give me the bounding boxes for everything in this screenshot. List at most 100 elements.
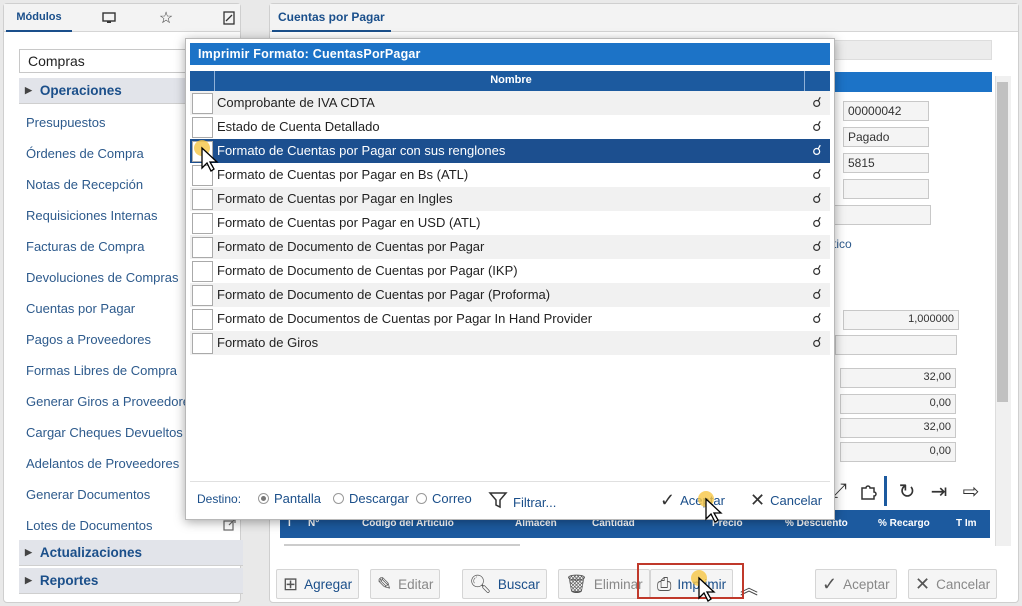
format-name: Formato de Cuentas por Pagar en USD (ATL… <box>217 215 481 230</box>
text-field[interactable] <box>843 179 929 199</box>
tab-cuentas-por-pagar[interactable]: Cuentas por Pagar <box>272 4 391 32</box>
list-header: Nombre <box>190 71 830 91</box>
row-checkbox[interactable] <box>192 237 213 258</box>
link-fragment[interactable]: tico <box>833 237 852 251</box>
text-field[interactable] <box>830 205 931 225</box>
header-separator <box>214 71 215 91</box>
desktop-icon[interactable] <box>89 4 129 32</box>
format-name: Formato de Documento de Cuentas por Paga… <box>217 239 485 254</box>
list-item[interactable]: Formato de Cuentas por Pagar en USD (ATL… <box>190 211 830 235</box>
aceptar-button[interactable]: ✓ Aceptar <box>815 569 897 599</box>
preview-icon[interactable]: ☌ <box>806 190 828 208</box>
list-item[interactable]: Formato de Giros ☌ <box>190 331 830 355</box>
export-icon[interactable]: ⇨ <box>958 478 984 504</box>
mouse-cursor-icon <box>691 570 716 602</box>
list-item-selected[interactable]: Formato de Cuentas por Pagar con sus ren… <box>190 139 830 163</box>
preview-icon[interactable]: ☌ <box>806 262 828 280</box>
buscar-button[interactable]: 🔍︎ Buscar <box>462 569 547 599</box>
preview-icon[interactable]: ☌ <box>806 334 828 352</box>
dialog-cancelar-button[interactable]: ✕ Cancelar <box>750 490 822 511</box>
trash-icon: 🗑︎ <box>565 573 588 594</box>
codigo-field[interactable]: 5815 <box>843 153 929 173</box>
mouse-cursor-icon <box>698 491 723 523</box>
toolbar-divider <box>884 476 887 506</box>
row-checkbox[interactable] <box>192 213 213 234</box>
row-checkbox[interactable] <box>192 285 213 306</box>
puzzle-icon[interactable] <box>856 478 882 504</box>
grid-scrollbar[interactable] <box>284 544 520 546</box>
row-checkbox[interactable] <box>192 93 213 114</box>
grid-col-recargo: % Recargo <box>878 518 930 529</box>
list-item[interactable]: Formato de Documento de Cuentas por Paga… <box>190 235 830 259</box>
preview-icon[interactable]: ☌ <box>806 286 828 304</box>
agregar-label: Agregar <box>304 576 353 592</box>
preview-icon[interactable]: ☌ <box>806 238 828 256</box>
amount-field: 32,00 <box>840 368 956 388</box>
numero-field[interactable]: 00000042 <box>843 101 929 121</box>
format-name: Formato de Cuentas por Pagar en Ingles <box>217 191 453 206</box>
dialog-footer: Destino: Pantalla Descargar Correo Filtr… <box>190 481 830 515</box>
destino-descargar-radio[interactable]: Descargar <box>333 491 409 506</box>
preview-icon[interactable]: ☌ <box>806 310 828 328</box>
destino-pantalla-radio[interactable]: Pantalla <box>258 491 321 506</box>
list-item[interactable]: Formato de Documento de Cuentas por Paga… <box>190 283 830 307</box>
filter-icon <box>488 490 508 515</box>
section-operaciones-label: Operaciones <box>39 83 122 98</box>
tab-modulos[interactable]: Módulos <box>6 4 72 32</box>
list-item[interactable]: Comprobante de IVA CDTA ☌ <box>190 91 830 115</box>
edit-icon: ✎ <box>377 573 393 594</box>
preview-icon[interactable]: ☌ <box>806 94 828 112</box>
external-link-icon[interactable] <box>223 518 237 532</box>
section-reportes[interactable]: ▶ Reportes <box>19 568 243 594</box>
aceptar-label: Aceptar <box>843 576 890 592</box>
list-item[interactable]: Formato de Cuentas por Pagar en Ingles ☌ <box>190 187 830 211</box>
list-item[interactable]: Formato de Documento de Cuentas por Paga… <box>190 259 830 283</box>
radio-label: Pantalla <box>274 491 321 506</box>
expand-triangle-icon: ▶ <box>25 85 32 95</box>
amount-field: 0,00 <box>840 442 956 462</box>
preview-icon[interactable]: ☌ <box>806 214 828 232</box>
format-name: Comprobante de IVA CDTA <box>217 95 375 110</box>
cancelar-label: Cancelar <box>770 493 823 508</box>
list-item[interactable]: Estado de Cuenta Detallado ☌ <box>190 115 830 139</box>
cancelar-button[interactable]: ✕ Cancelar <box>908 569 998 599</box>
column-nombre[interactable]: Nombre <box>216 74 806 86</box>
import-icon[interactable]: ⇥ <box>926 478 952 504</box>
section-actualizaciones[interactable]: ▶ Actualizaciones <box>19 540 243 566</box>
row-checkbox[interactable] <box>192 117 213 138</box>
format-name: Formato de Documento de Cuentas por Paga… <box>217 287 551 302</box>
dialog-title: Imprimir Formato: CuentasPorPagar <box>190 43 830 65</box>
row-checkbox[interactable] <box>192 309 213 330</box>
amount-field: 0,00 <box>840 394 956 414</box>
document-tabbar: Cuentas por Pagar <box>270 4 1018 32</box>
radio-dot <box>333 493 344 504</box>
refresh-icon[interactable]: ↻ <box>894 478 920 504</box>
editar-button[interactable]: ✎ Editar <box>370 569 441 599</box>
destino-correo-radio[interactable]: Correo <box>416 491 472 506</box>
check-icon: ✓ <box>660 490 676 510</box>
list-item[interactable]: Formato de Cuentas por Pagar en Bs (ATL)… <box>190 163 830 187</box>
row-checkbox[interactable] <box>192 189 213 210</box>
format-name: Formato de Documento de Cuentas por Paga… <box>217 263 518 278</box>
agregar-button[interactable]: ⊞ Agregar <box>276 569 360 599</box>
preview-icon[interactable]: ☌ <box>806 166 828 184</box>
text-field[interactable] <box>835 335 957 355</box>
row-checkbox[interactable] <box>192 261 213 282</box>
filtrar-button[interactable]: Filtrar... <box>488 490 556 515</box>
scrollbar-thumb[interactable] <box>997 82 1008 402</box>
eliminar-label: Eliminar <box>593 576 643 592</box>
cancelar-label: Cancelar <box>936 576 991 592</box>
tasa-field[interactable]: 1,000000 <box>843 310 959 330</box>
expand-triangle-icon: ▶ <box>25 547 32 557</box>
search-doc-icon: 🔍︎ <box>469 573 492 594</box>
close-icon: ✕ <box>915 573 931 594</box>
list-item[interactable]: Formato de Documentos de Cuentas por Pag… <box>190 307 830 331</box>
menu-item-lotes-documentos[interactable]: Lotes de Documentos <box>26 518 238 533</box>
preview-icon[interactable]: ☌ <box>806 142 828 160</box>
preview-icon[interactable]: ☌ <box>806 118 828 136</box>
star-icon[interactable]: ☆ <box>146 4 186 32</box>
eliminar-button[interactable]: 🗑︎ Eliminar <box>558 569 650 599</box>
report-icon[interactable] <box>209 4 249 32</box>
row-checkbox[interactable] <box>192 333 213 354</box>
estado-field: Pagado <box>843 127 929 147</box>
